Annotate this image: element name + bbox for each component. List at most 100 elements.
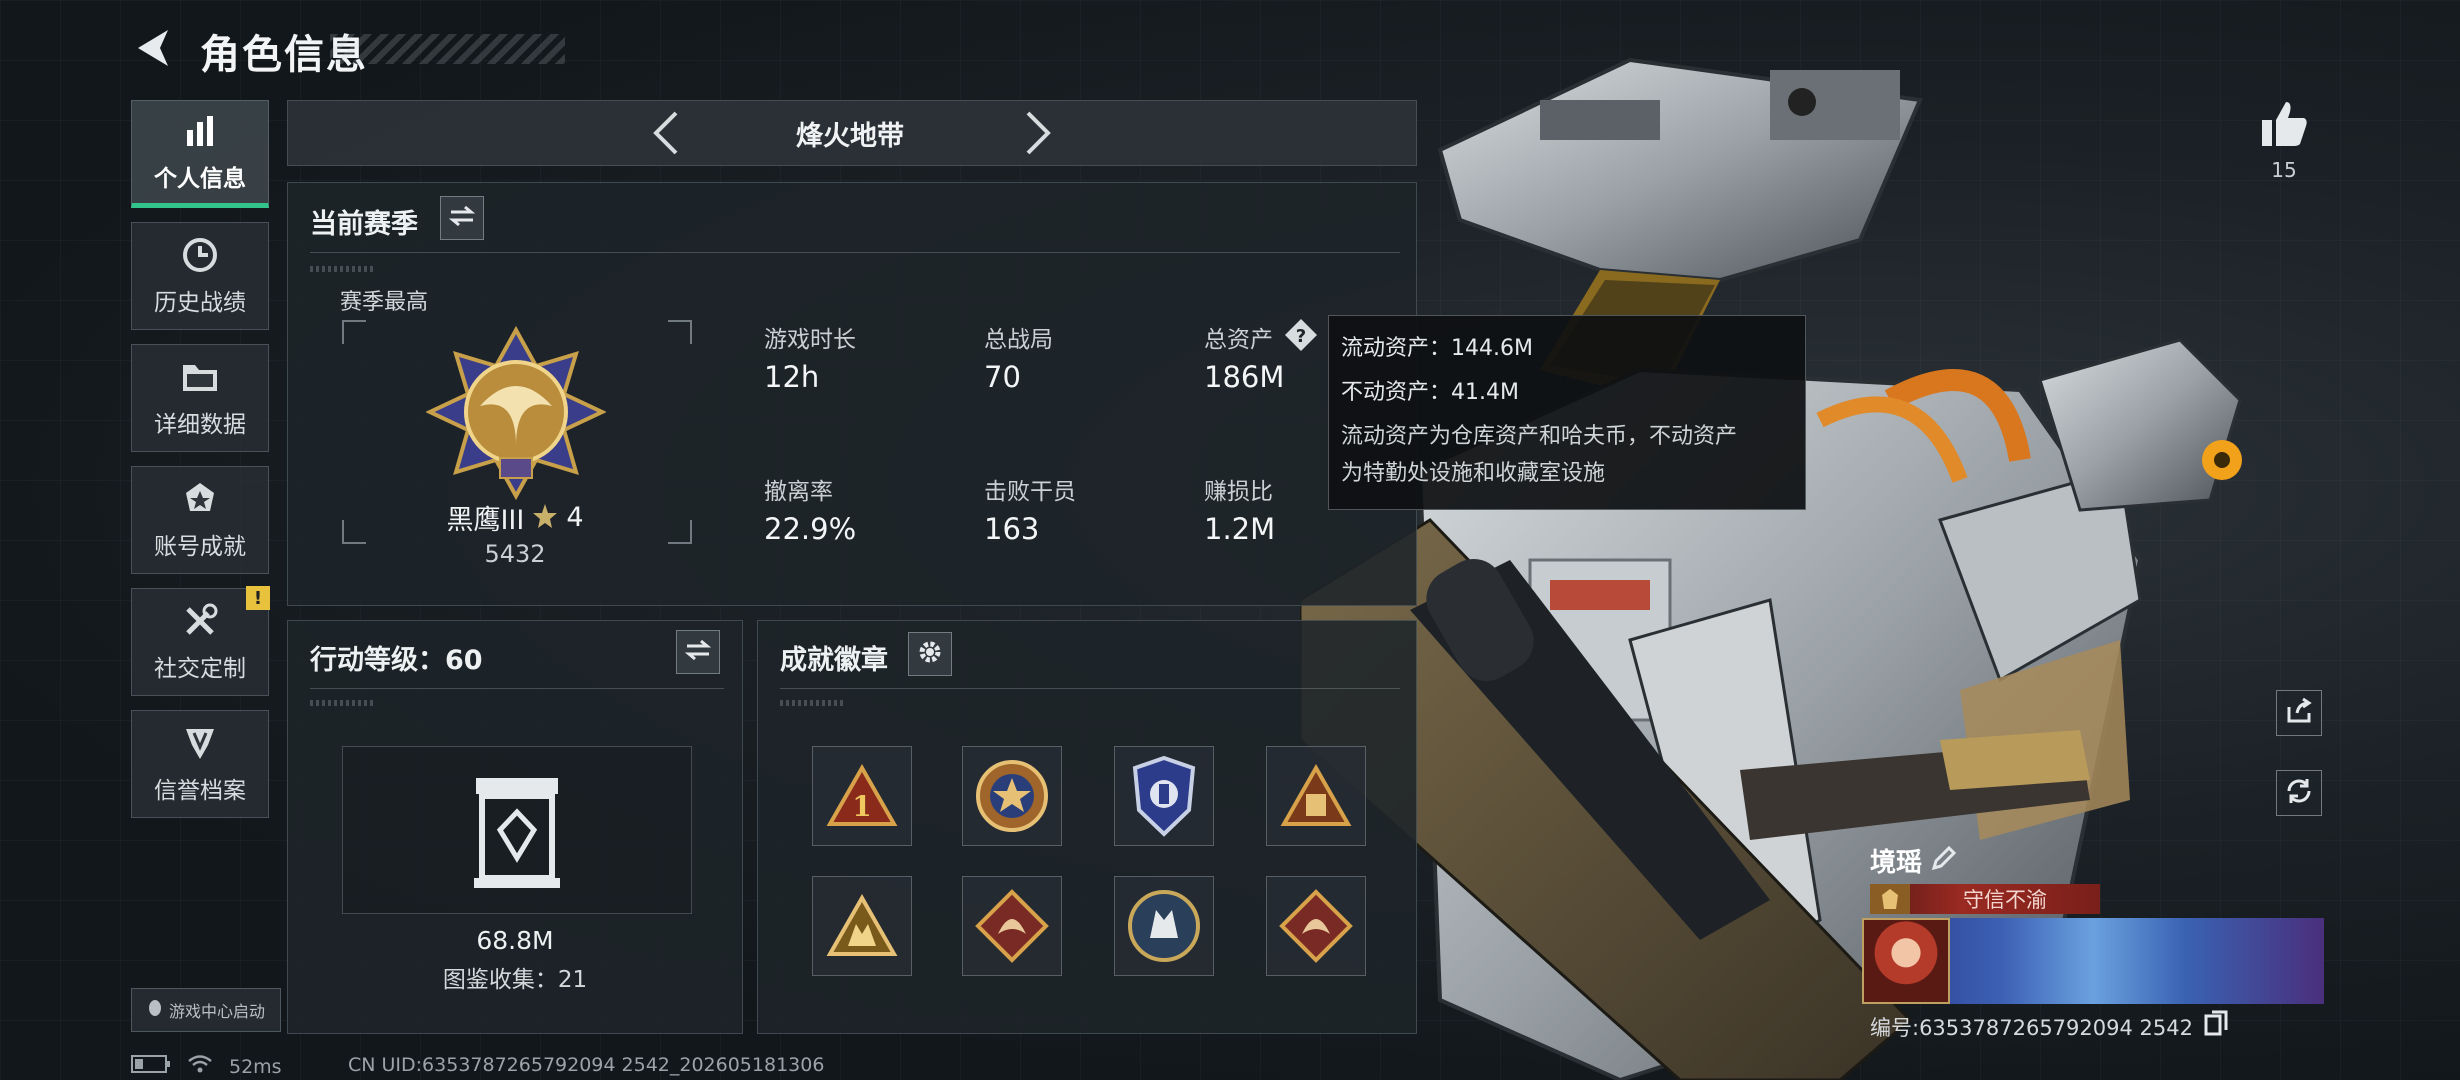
folder-icon: [180, 357, 220, 397]
stat-label-total-assets: 总资产: [1204, 327, 1273, 353]
thumbs-up-icon[interactable]: [2258, 98, 2310, 150]
tooltip-fixed-assets: 不动资产：41.4M: [1341, 380, 1519, 405]
frame-corner: [342, 520, 366, 544]
uid-text: CN UID:6353787265792094 2542_20260518130…: [348, 1054, 825, 1076]
collection-case-icon: [474, 778, 560, 888]
share-icon: [2285, 697, 2313, 729]
star-icon: [532, 503, 558, 533]
share-button[interactable]: [2276, 690, 2322, 736]
sidebar-item-label: 信誉档案: [154, 778, 246, 804]
battery-icon: [131, 1055, 171, 1078]
collection-count: 图鉴收集：21: [442, 967, 588, 993]
assets-tooltip: 流动资产：144.6M 不动资产：41.4M 流动资产为仓库资产和哈夫币，不动资…: [1328, 315, 1806, 510]
sidebar-item-label: 个人信息: [154, 166, 246, 192]
achievement-icon: [180, 479, 220, 519]
supply-triangle-badge-icon[interactable]: [1266, 746, 1366, 846]
edit-pencil-icon[interactable]: [1930, 844, 1958, 872]
sidebar-item-history[interactable]: 历史战绩: [131, 222, 269, 330]
rank-name: 黑鹰III: [446, 505, 525, 536]
rank-eagle-emblem-icon: [426, 326, 606, 500]
divider: [310, 252, 1400, 253]
wolf-round-badge-icon[interactable]: [1114, 876, 1214, 976]
stat-label-profit-ratio: 赚损比: [1204, 479, 1273, 505]
tooltip-description-line-1: 流动资产为仓库资产和哈夫币，不动资产: [1341, 424, 1738, 449]
sidebar-item-label: 社交定制: [154, 656, 246, 682]
decoration: [310, 266, 374, 272]
help-icon[interactable]: ?: [1284, 318, 1318, 352]
frame-corner: [668, 320, 692, 344]
copy-icon[interactable]: [2204, 1010, 2228, 1036]
game-center-launch-button[interactable]: 游戏中心启动: [131, 988, 281, 1032]
frame-corner: [668, 520, 692, 544]
launch-label: 游戏中心启动: [168, 1002, 265, 1021]
player-name: 境瑶: [1870, 848, 1923, 878]
dragon-diamond-badge-2-icon[interactable]: [1266, 876, 1366, 976]
dragon-diamond-badge-icon[interactable]: [962, 876, 1062, 976]
sidebar-item-label: 历史战绩: [154, 290, 246, 316]
swap-icon: [448, 205, 476, 231]
rank-1-triangle-badge-icon[interactable]: 1: [812, 746, 912, 846]
decoration: [310, 700, 374, 706]
stat-label-extract-rate: 撤离率: [764, 479, 833, 505]
tooltip-description-line-2: 为特勤处设施和收藏室设施: [1341, 461, 1606, 486]
stat-value-total-matches: 70: [984, 360, 1021, 394]
svg-text:1: 1: [852, 790, 871, 823]
title-emblem-icon: [1870, 884, 1910, 914]
divider: [780, 688, 1400, 689]
like-count: 15: [2271, 158, 2297, 182]
notification-badge: !: [246, 586, 270, 610]
player-title: 守信不渝: [1963, 888, 2047, 912]
sidebar-item-label: 详细数据: [154, 412, 246, 438]
mode-title: 烽火地带: [796, 121, 904, 152]
stat-label-total-matches: 总战局: [984, 327, 1053, 353]
ping-value: 52ms: [229, 1055, 282, 1078]
chevron-right-icon[interactable]: [1014, 108, 1064, 158]
player-title-banner: 守信不渝: [1870, 884, 2100, 914]
rank-row: 黑鹰III 4: [440, 498, 590, 537]
rank-score: 5432: [484, 540, 546, 568]
player-id: 编号:6353787265792094 2542: [1870, 1016, 2193, 1040]
tools-icon: [180, 601, 220, 641]
police-shield-badge-icon[interactable]: [1114, 746, 1214, 846]
decoration: [780, 700, 844, 706]
rank-stars: 4: [566, 502, 584, 533]
chevron-left-icon[interactable]: [640, 108, 690, 158]
penguin-icon: [147, 999, 163, 1021]
clock-badge-icon: [180, 235, 220, 275]
stat-label-kills: 击败干员: [984, 479, 1076, 505]
back-arrow-icon[interactable]: [132, 26, 176, 70]
credit-shield-icon: [180, 723, 220, 763]
svg-text:?: ?: [1296, 326, 1306, 347]
sidebar-item-detail-data[interactable]: 详细数据: [131, 344, 269, 452]
tooltip-liquid-assets: 流动资产：144.6M: [1341, 336, 1533, 361]
refresh-icon: [2285, 777, 2313, 809]
season-best-label: 赛季最高: [340, 290, 429, 315]
divider: [310, 688, 724, 689]
stat-value-profit-ratio: 1.2M: [1204, 512, 1276, 546]
sidebar-item-credit[interactable]: 信誉档案: [131, 710, 269, 818]
stat-value-extract-rate: 22.9%: [764, 512, 857, 546]
action-level-value: 68.8M: [476, 926, 554, 955]
stat-value-kills: 163: [984, 512, 1040, 546]
wifi-icon: [187, 1054, 213, 1079]
soldiers-triangle-badge-icon[interactable]: [812, 876, 912, 976]
sidebar-item-achievements[interactable]: 账号成就: [131, 466, 269, 574]
action-level-title: 行动等级：60: [310, 645, 483, 676]
frame-corner: [342, 320, 366, 344]
gear-icon: [917, 639, 943, 669]
bar-chart-icon: [180, 111, 220, 151]
sidebar-item-personal-info[interactable]: 个人信息: [131, 100, 269, 208]
badges-settings-button[interactable]: [908, 632, 952, 676]
star-medal-badge-icon[interactable]: [962, 746, 1062, 846]
season-title: 当前赛季: [310, 209, 418, 240]
action-level-switch-button[interactable]: [676, 630, 720, 674]
season-switch-button[interactable]: [440, 196, 484, 240]
sidebar-item-label: 账号成就: [154, 534, 246, 560]
stat-label-playtime: 游戏时长: [764, 327, 856, 353]
badges-title: 成就徽章: [780, 645, 888, 676]
avatar[interactable]: [1862, 918, 1950, 1004]
swap-icon: [684, 639, 712, 665]
stat-value-playtime: 12h: [764, 360, 820, 394]
refresh-button[interactable]: [2276, 770, 2322, 816]
status-bar: 52ms: [131, 1054, 282, 1079]
